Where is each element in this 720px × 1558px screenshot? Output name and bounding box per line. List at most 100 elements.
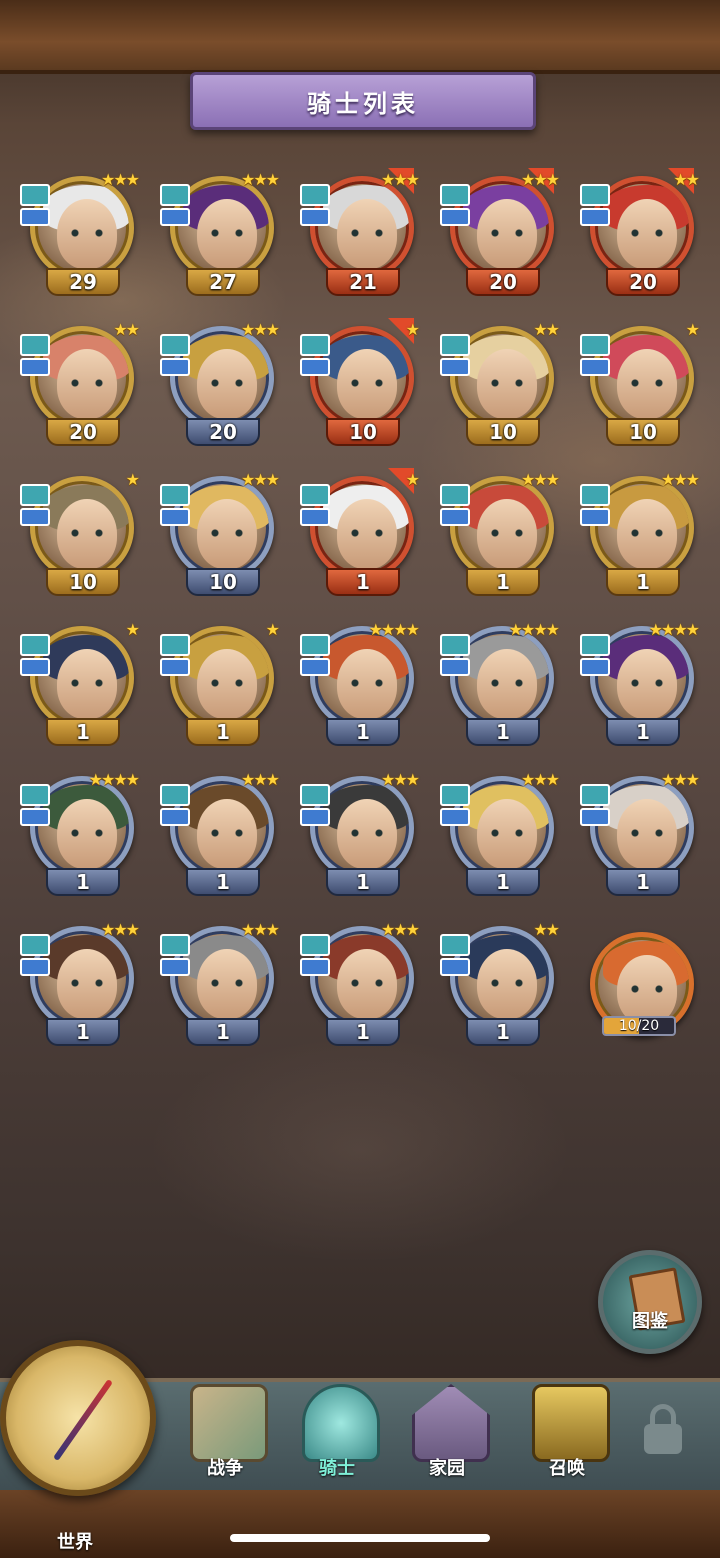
class-badge-icon <box>20 934 50 956</box>
codex-button[interactable]: 图鉴 <box>598 1250 702 1354</box>
nav-war[interactable]: 战争 <box>170 1384 280 1484</box>
class-badge-icon <box>440 484 470 506</box>
knight-eyes <box>209 679 245 687</box>
knight-level: 20 <box>46 418 120 446</box>
knight-eyes <box>489 829 525 837</box>
star-rating: ★★★ <box>380 770 420 789</box>
knight-card[interactable]: ★ 10 <box>300 318 420 446</box>
knight-level: 21 <box>326 268 400 296</box>
class-badge-icon <box>300 484 330 506</box>
knight-card[interactable]: ★★★ 1 <box>300 770 420 896</box>
knight-card[interactable]: ★★★ 1 <box>580 470 700 596</box>
nav-world-label: 世界 <box>57 1532 93 1553</box>
fragment-knight-card[interactable]: 10/20 <box>580 926 700 1046</box>
role-badge-icon <box>20 958 50 976</box>
knight-card[interactable]: ★★★★ 1 <box>20 770 140 896</box>
knight-card[interactable]: ★★★ 1 <box>440 470 560 596</box>
class-badge-icon <box>160 634 190 656</box>
knight-eyes <box>489 229 525 237</box>
knight-icon <box>302 1384 380 1462</box>
knight-card[interactable]: ★★★★ 1 <box>440 620 560 746</box>
nav-world[interactable]: 世界 <box>20 1438 130 1553</box>
role-badge-icon <box>440 358 470 376</box>
knight-card[interactable]: ★ 1 <box>300 468 420 596</box>
knight-level: 1 <box>606 568 680 596</box>
knight-level: 10 <box>466 418 540 446</box>
class-badge-icon <box>580 184 610 206</box>
knight-eyes <box>349 679 385 687</box>
knight-card[interactable]: ★★★ 20 <box>440 168 560 296</box>
page-title: 骑士列表 <box>190 72 536 130</box>
knight-eyes <box>489 979 525 987</box>
star-rating: ★★★ <box>100 920 140 939</box>
home-indicator[interactable] <box>230 1534 490 1542</box>
knight-card[interactable]: ★★★ 1 <box>580 770 700 896</box>
role-badge-icon <box>300 508 330 526</box>
knight-level: 1 <box>326 1018 400 1046</box>
knight-card[interactable]: ★★ 20 <box>580 168 700 296</box>
knight-card[interactable]: ★★★★ 1 <box>580 620 700 746</box>
knight-card[interactable]: ★ 1 <box>20 620 140 746</box>
knight-eyes <box>69 979 105 987</box>
class-badge-icon <box>580 784 610 806</box>
class-badge-icon <box>160 784 190 806</box>
knight-eyes <box>69 379 105 387</box>
knight-card[interactable]: ★★★ 1 <box>440 770 560 896</box>
nav-summon[interactable]: 召唤 <box>512 1384 622 1484</box>
nav-knights[interactable]: 骑士 <box>282 1384 392 1484</box>
star-rating: ★★★ <box>520 770 560 789</box>
role-badge-icon <box>440 208 470 226</box>
class-badge-icon <box>20 784 50 806</box>
knight-card[interactable]: ★★★ 1 <box>160 770 280 896</box>
knight-card[interactable]: ★★★ 21 <box>300 168 420 296</box>
knight-level: 10 <box>326 418 400 446</box>
knight-card[interactable]: ★★★ 1 <box>20 920 140 1046</box>
knight-card[interactable]: ★ 10 <box>580 320 700 446</box>
role-badge-icon <box>300 658 330 676</box>
knight-eyes <box>69 229 105 237</box>
class-badge-icon <box>440 334 470 356</box>
role-badge-icon <box>300 358 330 376</box>
class-badge-icon <box>300 634 330 656</box>
knight-card[interactable]: ★★★ 10 <box>160 470 280 596</box>
knight-eyes <box>69 679 105 687</box>
knight-card[interactable]: ★★★ 1 <box>300 920 420 1046</box>
knight-eyes <box>349 829 385 837</box>
class-badge-icon <box>440 934 470 956</box>
knight-eyes <box>209 229 245 237</box>
knight-level: 20 <box>466 268 540 296</box>
role-badge-icon <box>440 658 470 676</box>
codex-label: 图鉴 <box>632 1311 668 1332</box>
knight-card[interactable]: ★★ 20 <box>20 320 140 446</box>
knight-eyes <box>629 529 665 537</box>
knight-card[interactable]: ★★★★ 1 <box>300 620 420 746</box>
class-badge-icon <box>20 334 50 356</box>
knight-level: 1 <box>46 718 120 746</box>
knight-card[interactable]: ★★★ 27 <box>160 170 280 296</box>
knight-card[interactable]: ★ 1 <box>160 620 280 746</box>
class-badge-icon <box>160 934 190 956</box>
class-badge-icon <box>300 934 330 956</box>
knight-eyes <box>629 829 665 837</box>
star-rating: ★★ <box>113 320 140 339</box>
role-badge-icon <box>20 208 50 226</box>
knight-level: 20 <box>606 268 680 296</box>
top-frame <box>0 0 720 74</box>
knight-card[interactable]: ★★★ 1 <box>160 920 280 1046</box>
star-rating: ★★★ <box>520 170 560 189</box>
knight-card[interactable]: ★★ 10 <box>440 320 560 446</box>
star-rating: ★★★★ <box>648 620 700 639</box>
role-badge-icon <box>440 808 470 826</box>
knight-level: 1 <box>186 868 260 896</box>
knight-eyes <box>629 379 665 387</box>
nav-home[interactable]: 家园 <box>392 1384 502 1484</box>
knight-card[interactable]: ★★★ 20 <box>160 320 280 446</box>
star-rating: ★★★ <box>240 770 280 789</box>
knight-card[interactable]: ★★★ 29 <box>20 170 140 296</box>
role-badge-icon <box>160 208 190 226</box>
nav-summon-label: 召唤 <box>549 1458 585 1479</box>
class-badge-icon <box>580 634 610 656</box>
knight-card[interactable]: ★★ 1 <box>440 920 560 1046</box>
knight-card[interactable]: ★ 10 <box>20 470 140 596</box>
knight-eyes <box>209 529 245 537</box>
